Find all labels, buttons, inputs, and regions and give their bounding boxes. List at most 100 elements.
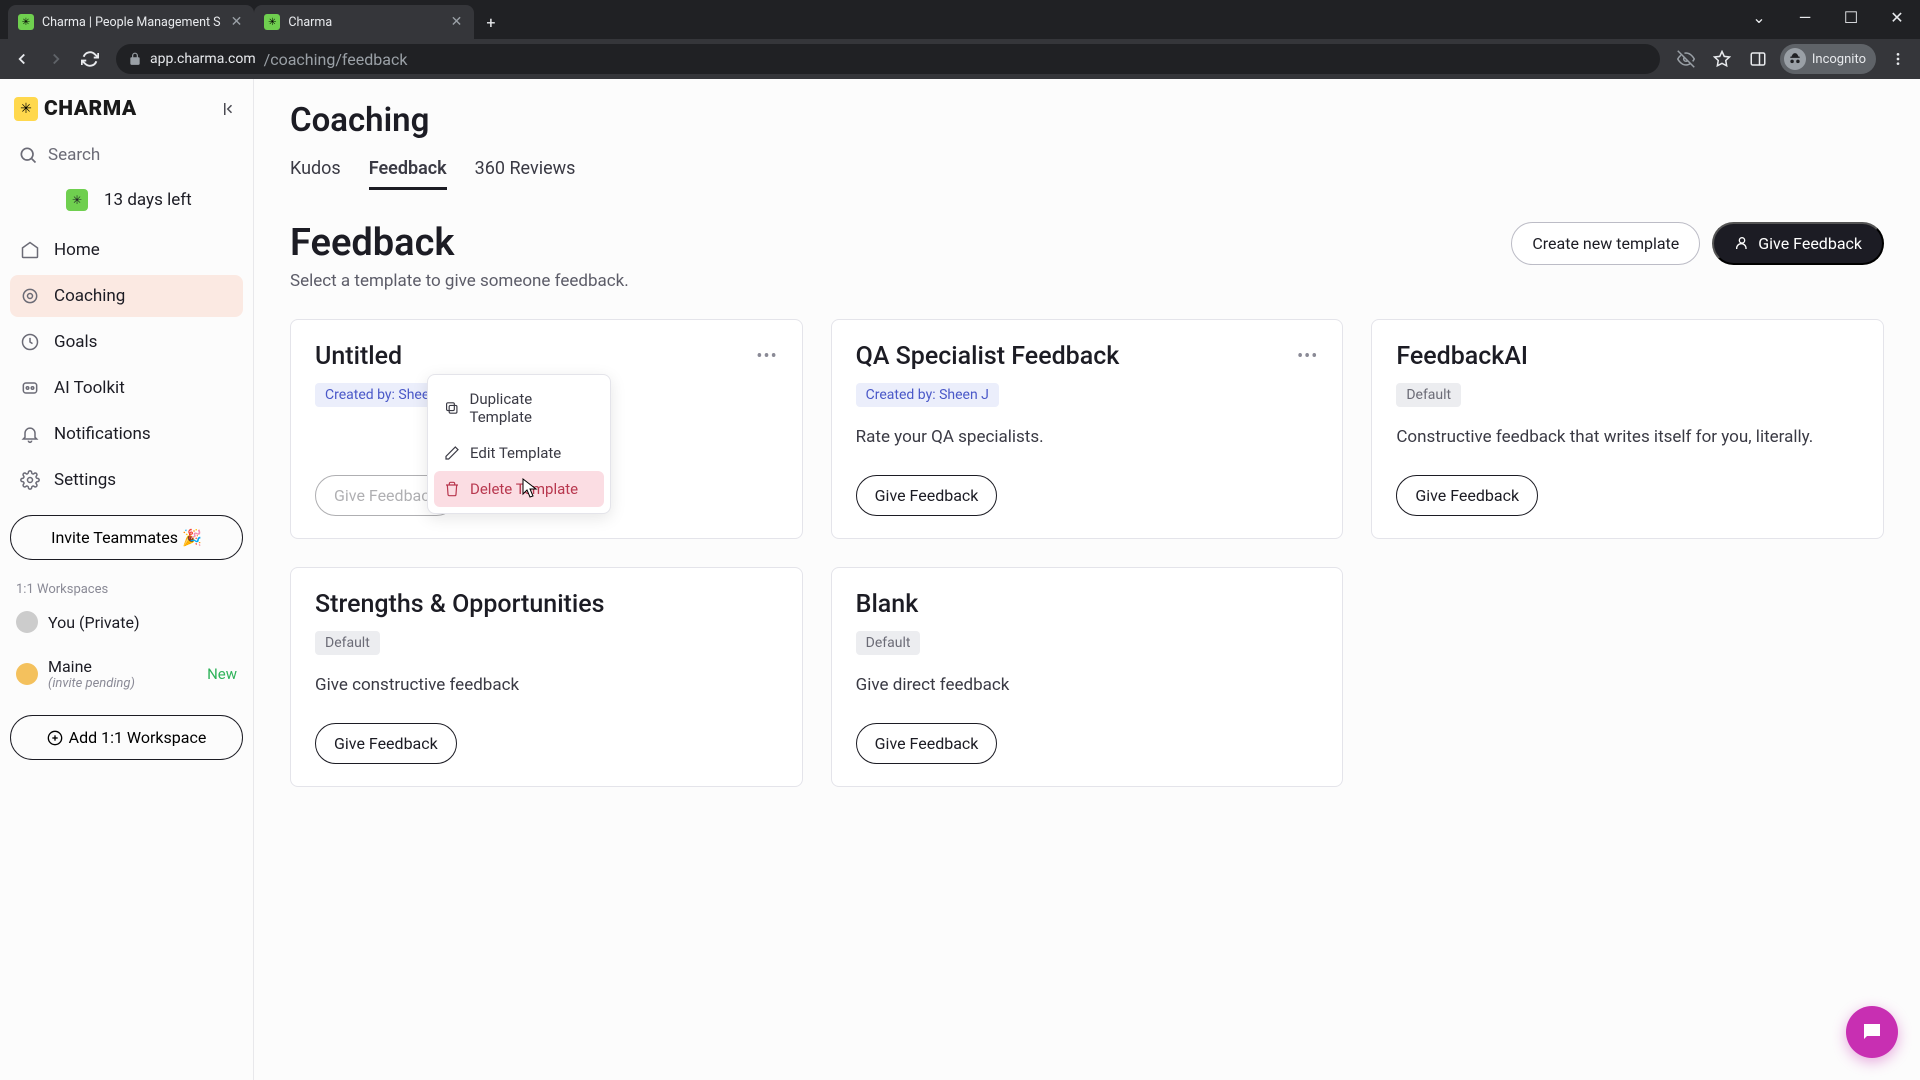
pencil-icon bbox=[444, 445, 460, 461]
trash-icon bbox=[444, 481, 460, 497]
sidebar-item-label: Goals bbox=[54, 332, 97, 352]
close-icon[interactable]: ✕ bbox=[449, 12, 465, 32]
new-tab-button[interactable]: + bbox=[474, 13, 507, 32]
card-description: Give constructive feedback bbox=[315, 673, 778, 723]
logo-text: CHARMA bbox=[44, 97, 137, 121]
add-workspace-button[interactable]: Add 1:1 Workspace bbox=[10, 715, 243, 760]
give-feedback-card-button[interactable]: Give Feedback bbox=[856, 475, 998, 516]
incognito-icon bbox=[1784, 48, 1806, 70]
card-context-menu: Duplicate Template Edit Template Delete … bbox=[427, 374, 611, 514]
favicon-icon: ✳ bbox=[264, 14, 280, 30]
profile-label: Incognito bbox=[1812, 52, 1866, 67]
workspace-sub: (invite pending) bbox=[48, 676, 135, 691]
default-badge: Default bbox=[856, 631, 921, 655]
tab-kudos[interactable]: Kudos bbox=[290, 158, 341, 190]
duplicate-template-item[interactable]: Duplicate Template bbox=[434, 381, 604, 435]
sidebar-item-label: Notifications bbox=[54, 424, 151, 444]
side-panel-icon[interactable] bbox=[1744, 45, 1772, 73]
sidebar-item-label: Coaching bbox=[54, 286, 125, 306]
avatar bbox=[16, 663, 38, 685]
sidebar-item-coaching[interactable]: Coaching bbox=[10, 275, 243, 317]
favicon-icon: ✳ bbox=[18, 14, 34, 30]
browser-toolbar: app.charma.com/coaching/feedback Incogni… bbox=[0, 39, 1920, 79]
template-card: FeedbackAI Default Constructive feedback… bbox=[1371, 319, 1884, 539]
forward-button[interactable] bbox=[42, 45, 70, 73]
copy-icon bbox=[444, 400, 460, 416]
default-badge: Default bbox=[1396, 383, 1461, 407]
edit-template-item[interactable]: Edit Template bbox=[434, 435, 604, 471]
profile-button[interactable]: Incognito bbox=[1780, 44, 1876, 74]
chat-fab[interactable] bbox=[1846, 1006, 1898, 1058]
default-badge: Default bbox=[315, 631, 380, 655]
workspace-name: You (Private) bbox=[48, 613, 140, 632]
reload-button[interactable] bbox=[76, 45, 104, 73]
window-minimize-icon[interactable]: — bbox=[1782, 0, 1828, 34]
creator-badge: Created by: Sheen J bbox=[856, 383, 999, 407]
give-feedback-card-button[interactable]: Give Feedback bbox=[315, 723, 457, 764]
card-description: Rate your QA specialists. bbox=[856, 425, 1319, 475]
give-feedback-card-button[interactable]: Give Feedback bbox=[856, 723, 998, 764]
card-description: Constructive feedback that writes itself… bbox=[1396, 425, 1859, 475]
more-icon[interactable]: ••• bbox=[756, 346, 777, 367]
tab-360-reviews[interactable]: 360 Reviews bbox=[475, 158, 576, 190]
card-title: Blank bbox=[856, 590, 919, 619]
workspace-item[interactable]: You (Private) bbox=[10, 601, 243, 643]
workspaces-label: 1:1 Workspaces bbox=[10, 582, 243, 597]
tab-title: Charma bbox=[288, 15, 440, 30]
more-icon[interactable]: ••• bbox=[1297, 346, 1318, 367]
person-icon bbox=[1734, 235, 1750, 251]
eye-off-icon[interactable] bbox=[1672, 45, 1700, 73]
menu-icon[interactable] bbox=[1884, 45, 1912, 73]
template-card: Strengths & Opportunities Default Give c… bbox=[290, 567, 803, 787]
logo-icon: ✳ bbox=[14, 97, 38, 121]
logo[interactable]: ✳ CHARMA bbox=[14, 97, 137, 121]
sidebar-item-label: Home bbox=[54, 240, 100, 260]
card-title: QA Specialist Feedback bbox=[856, 342, 1120, 371]
star-icon[interactable] bbox=[1708, 45, 1736, 73]
delete-template-item[interactable]: Delete Template bbox=[434, 471, 604, 507]
tabs-nav: Kudos Feedback 360 Reviews bbox=[290, 158, 1884, 191]
url-host: app.charma.com bbox=[150, 51, 256, 67]
sidebar-item-goals[interactable]: Goals bbox=[10, 321, 243, 363]
bell-icon bbox=[20, 424, 40, 444]
template-card: Blank Default Give direct feedback Give … bbox=[831, 567, 1344, 787]
add-workspace-label: Add 1:1 Workspace bbox=[69, 728, 207, 747]
create-template-button[interactable]: Create new template bbox=[1511, 222, 1700, 265]
search-input[interactable]: Search bbox=[10, 135, 243, 175]
window-chevron-icon[interactable]: ⌄ bbox=[1736, 0, 1782, 34]
avatar bbox=[16, 611, 38, 633]
card-title: Untitled bbox=[315, 342, 402, 371]
give-feedback-card-button[interactable]: Give Feedback bbox=[1396, 475, 1538, 516]
window-maximize-icon[interactable]: ☐ bbox=[1828, 0, 1874, 34]
invite-teammates-button[interactable]: Invite Teammates 🎉 bbox=[10, 515, 243, 560]
section-title: Feedback bbox=[290, 221, 454, 265]
url-path: /coaching/feedback bbox=[264, 50, 408, 69]
trial-status[interactable]: ✳ 13 days left bbox=[10, 179, 243, 225]
browser-tab[interactable]: ✳ Charma | People Management S ✕ bbox=[8, 5, 254, 39]
tab-feedback[interactable]: Feedback bbox=[369, 158, 447, 190]
window-close-icon[interactable]: ✕ bbox=[1874, 0, 1920, 34]
sparkle-icon: ✳ bbox=[66, 189, 88, 211]
sidebar-item-home[interactable]: Home bbox=[10, 229, 243, 271]
goals-icon bbox=[20, 332, 40, 352]
sidebar-item-ai-toolkit[interactable]: AI Toolkit bbox=[10, 367, 243, 409]
tab-title: Charma | People Management S bbox=[42, 15, 221, 30]
gear-icon bbox=[20, 470, 40, 490]
workspace-item[interactable]: Maine (invite pending) New bbox=[10, 647, 243, 701]
back-button[interactable] bbox=[8, 45, 36, 73]
give-feedback-button[interactable]: Give Feedback bbox=[1712, 222, 1884, 265]
search-placeholder: Search bbox=[48, 145, 100, 165]
browser-tab[interactable]: ✳ Charma ✕ bbox=[254, 5, 474, 39]
plus-icon bbox=[47, 730, 63, 746]
sidebar-item-label: AI Toolkit bbox=[54, 378, 125, 398]
lock-icon bbox=[128, 52, 142, 66]
sidebar-item-notifications[interactable]: Notifications bbox=[10, 413, 243, 455]
template-card: Untitled ••• Created by: Sheen Give Feed… bbox=[290, 319, 803, 539]
address-bar[interactable]: app.charma.com/coaching/feedback bbox=[116, 44, 1660, 74]
workspace-name: Maine bbox=[48, 657, 135, 676]
sidebar-item-settings[interactable]: Settings bbox=[10, 459, 243, 501]
collapse-sidebar-icon[interactable] bbox=[221, 100, 239, 118]
template-card: QA Specialist Feedback ••• Created by: S… bbox=[831, 319, 1344, 539]
close-icon[interactable]: ✕ bbox=[229, 12, 245, 32]
home-icon bbox=[20, 240, 40, 260]
